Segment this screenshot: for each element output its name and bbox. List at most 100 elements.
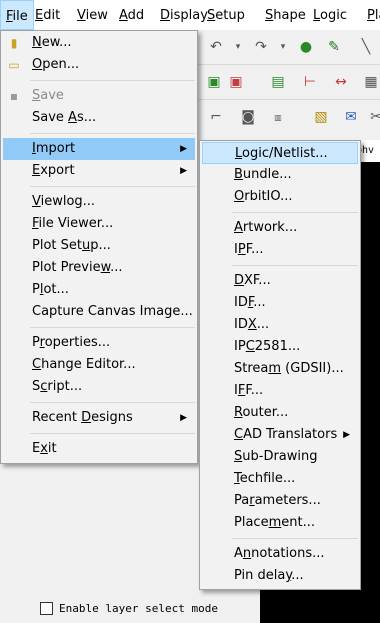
camera-icon[interactable]: ◙ [237, 106, 259, 128]
label-text: ... [291, 568, 304, 583]
menu-item-dxf[interactable]: DXF... [202, 270, 358, 292]
menu-item-properties[interactable]: Properties... [3, 332, 195, 354]
label-mnemonic: C [245, 339, 255, 354]
shape-icon[interactable]: ⌐ [205, 106, 227, 128]
label-mnemonic: V [77, 8, 86, 23]
menu-item-cad-translators[interactable]: CAD Translators ▶ [202, 424, 358, 446]
menu-item-techfile[interactable]: Techfile... [202, 468, 358, 490]
menu-item-import[interactable]: Import ▶ [3, 138, 195, 160]
menu-item-idx[interactable]: IDX... [202, 314, 358, 336]
menu-item-stream-gdsii[interactable]: Stream (GDSII)... [202, 358, 358, 380]
label-mnemonic: X [247, 317, 257, 332]
menu-item-plot-setup[interactable]: Plot Setup... [3, 235, 195, 257]
menu-item-logic-netlist[interactable]: Logic/Netlist... [202, 142, 358, 164]
layers-icon[interactable]: ▧ [310, 106, 332, 128]
menu-item-iff[interactable]: IFF... [202, 380, 358, 402]
undo-dropdown-icon[interactable]: ▾ [227, 36, 249, 58]
menu-item-placement[interactable]: Placement... [202, 512, 358, 534]
label-mnemonic: L [313, 8, 321, 23]
menu-item-label: IPF... [234, 239, 263, 261]
label-text: notations... [251, 546, 325, 561]
label-mnemonic: E [32, 163, 41, 178]
label-text: A [234, 546, 243, 561]
ratsnest-icon[interactable]: ▥ [267, 106, 289, 128]
menu-item-idf[interactable]: IDF... [202, 292, 358, 314]
box-tool-red-icon[interactable]: ▣ [225, 71, 247, 93]
label-mnemonic: D [234, 273, 245, 288]
component-icon[interactable]: ▤ [267, 71, 289, 93]
menu-item-capture-canvas-image[interactable]: Capture Canvas Image... [3, 301, 195, 323]
label-text: rbitIO... [244, 189, 293, 204]
checkbox-box[interactable] [40, 601, 53, 615]
submenu-arrow-icon: ▶ [180, 166, 187, 176]
label-text: pen... [42, 57, 80, 72]
menu-item-plot-preview[interactable]: Plot Preview... [3, 257, 195, 279]
menu-item-label: Annotations... [234, 543, 324, 565]
cut-icon[interactable]: ✂ [365, 106, 380, 128]
line-tool-icon[interactable]: ╲ [355, 36, 377, 58]
menu-item-file-viewer[interactable]: File Viewer... [3, 213, 195, 235]
menu-item-plot[interactable]: Plot... [3, 279, 195, 301]
undo-icon[interactable]: ↶ [205, 36, 227, 58]
menu-item-viewlog[interactable]: Viewlog... [3, 191, 195, 213]
menubar-shape[interactable]: Shape [260, 0, 311, 30]
menubar-edit[interactable]: Edit [30, 0, 65, 30]
dimension-icon[interactable]: ⊢ [299, 71, 321, 93]
menu-item-label: Open... [32, 54, 79, 76]
menu-item-ipc2581[interactable]: IPC2581... [202, 336, 358, 358]
label-text: ... [110, 260, 123, 275]
more-tool-icon[interactable]: ▦ [360, 71, 380, 93]
menu-item-change-editor[interactable]: Change Editor... [3, 354, 195, 376]
menu-separator [30, 401, 195, 403]
label-text: xport [40, 163, 75, 178]
measure-icon[interactable]: ↔ [330, 71, 352, 93]
menubar-pla[interactable]: Pla [362, 0, 380, 30]
label-mnemonic: C [234, 427, 244, 442]
menu-item-label: IFF... [234, 380, 263, 402]
menu-item-parameters[interactable]: Parameters... [202, 490, 358, 512]
menubar-file[interactable]: File [0, 0, 34, 30]
label-text: echfile... [239, 471, 296, 486]
label-text: Plot Previe [32, 260, 101, 275]
label-text: outer... [242, 405, 289, 420]
label-mnemonic: P [367, 8, 375, 23]
label-text: hape [273, 8, 306, 23]
label-text: P [32, 335, 40, 350]
menu-item-sub-drawing[interactable]: Sub-Drawing [202, 446, 358, 468]
menu-item-new[interactable]: ▮ New... [3, 32, 195, 54]
green-tool-icon[interactable]: ● [295, 36, 317, 58]
envelope-icon[interactable]: ✉ [340, 106, 362, 128]
label-text: 2581... [254, 339, 301, 354]
menubar-add[interactable]: Add [114, 0, 149, 30]
menu-item-script[interactable]: Script... [3, 376, 195, 398]
menu-item-exit[interactable]: Exit [3, 438, 195, 460]
menubar-view[interactable]: View [72, 0, 113, 30]
layer-select-mode-checkbox[interactable]: Enable layer select mode [40, 600, 218, 618]
menu-item-annotations[interactable]: Annotations... [202, 543, 358, 565]
menu-item-label: Properties... [32, 332, 110, 354]
label-text: dd [127, 8, 145, 23]
menu-item-bundle[interactable]: Bundle... [202, 164, 358, 186]
menu-item-recent-designs[interactable]: Recent Designs ▶ [3, 407, 195, 429]
redo-icon[interactable]: ↷ [250, 36, 272, 58]
menubar-logic[interactable]: Logic [308, 0, 352, 30]
menu-item-orbitio[interactable]: OrbitIO... [202, 186, 358, 208]
pin-icon[interactable]: ✎ [323, 36, 345, 58]
label-mnemonic: x [40, 441, 48, 456]
label-text: Save [32, 110, 69, 125]
menu-item-save-as[interactable]: Save As... [3, 107, 195, 129]
menu-item-open[interactable]: ▭ Open... [3, 54, 195, 76]
label-text: dit [43, 8, 61, 23]
menu-item-label: Script... [32, 376, 82, 398]
label-text: ent... [281, 515, 315, 530]
menu-item-export[interactable]: Export ▶ [3, 160, 195, 182]
menu-item-ipf[interactable]: IPF... [202, 239, 358, 261]
menu-item-pin-delay[interactable]: Pin delay... [202, 565, 358, 587]
menu-item-router[interactable]: Router... [202, 402, 358, 424]
label-mnemonic: O [32, 57, 43, 72]
box-tool-icon[interactable]: ▣ [203, 71, 225, 93]
menu-item-label: Parameters... [234, 490, 321, 512]
menu-item-artwork[interactable]: Artwork... [202, 217, 358, 239]
redo-dropdown-icon[interactable]: ▾ [272, 36, 294, 58]
menubar-setup[interactable]: Setup [202, 0, 250, 30]
